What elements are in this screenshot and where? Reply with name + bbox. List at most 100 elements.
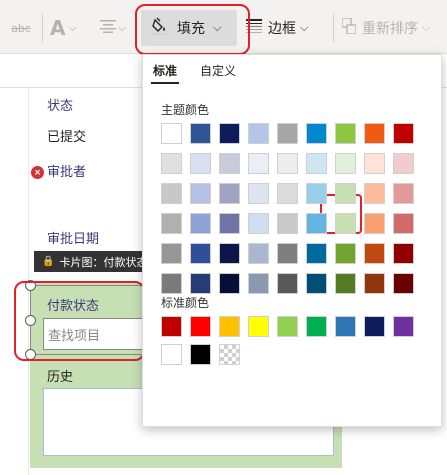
color-swatch[interactable] (364, 243, 385, 264)
color-swatch[interactable] (364, 213, 385, 234)
color-swatch[interactable] (393, 243, 414, 264)
approver-label: 审批者 (47, 165, 87, 180)
color-swatch[interactable] (248, 153, 269, 174)
error-icon: × (31, 166, 44, 179)
color-swatch[interactable] (190, 153, 211, 174)
tab-underline (151, 82, 179, 84)
color-swatch[interactable] (335, 273, 356, 294)
standard-colors-title: 标准颜色 (161, 296, 210, 310)
color-swatch[interactable] (219, 183, 240, 204)
color-swatch[interactable] (190, 183, 211, 204)
strikethrough-button[interactable]: abc (6, 10, 36, 46)
reorder-button[interactable]: 重新排序 ⌵ (341, 10, 447, 46)
align-button[interactable]: ⌵ (100, 10, 136, 46)
color-swatch[interactable] (219, 316, 240, 337)
color-swatch[interactable] (277, 316, 298, 337)
color-swatch[interactable] (190, 316, 211, 337)
color-swatch[interactable] (219, 123, 240, 144)
color-swatch[interactable] (335, 213, 356, 234)
approve-date-label: 审批日期 (47, 232, 100, 247)
color-picker-panel: 标准 自定义 主题颜色 标准颜色 (142, 54, 442, 427)
color-swatch[interactable] (190, 273, 211, 294)
color-swatch[interactable] (161, 316, 182, 337)
color-swatch[interactable] (161, 243, 182, 264)
color-swatch[interactable] (364, 316, 385, 337)
divider (333, 14, 334, 42)
color-swatch[interactable] (277, 273, 298, 294)
color-swatch[interactable] (248, 316, 269, 337)
color-swatch[interactable] (219, 213, 240, 234)
color-swatch[interactable] (335, 153, 356, 174)
chevron-down-icon: ⌵ (118, 21, 127, 34)
divider (42, 14, 43, 42)
card-tooltip: 🔒 卡片图：付款状态 (34, 251, 146, 272)
color-swatch[interactable] (277, 123, 298, 144)
color-swatch[interactable] (248, 243, 269, 264)
color-swatch[interactable] (277, 243, 298, 264)
color-swatch[interactable] (248, 183, 269, 204)
color-swatch[interactable] (161, 213, 182, 234)
color-swatch[interactable] (190, 243, 211, 264)
status-label: 状态 (47, 99, 74, 114)
color-swatch[interactable] (335, 123, 356, 144)
reorder-icon (341, 17, 357, 38)
color-swatch[interactable] (277, 153, 298, 174)
align-icon (100, 19, 116, 37)
color-swatch[interactable] (161, 273, 182, 294)
color-swatch[interactable] (190, 213, 211, 234)
color-swatch[interactable] (306, 213, 327, 234)
reorder-label: 重新排序 (362, 21, 418, 37)
color-swatch[interactable] (364, 123, 385, 144)
fill-highlight (135, 4, 250, 55)
color-swatch[interactable] (306, 153, 327, 174)
color-swatch[interactable] (161, 344, 182, 365)
strikethrough-label: abc (11, 21, 31, 35)
color-swatch[interactable] (306, 243, 327, 264)
tooltip-text: 卡片图：付款状态 (59, 255, 146, 269)
color-swatch[interactable] (335, 316, 356, 337)
font-color-icon: A (50, 16, 66, 40)
transparent-swatch[interactable] (219, 344, 240, 365)
color-swatch[interactable] (248, 273, 269, 294)
color-swatch[interactable] (248, 213, 269, 234)
color-swatch[interactable] (364, 183, 385, 204)
color-swatch[interactable] (219, 273, 240, 294)
color-swatch[interactable] (306, 316, 327, 337)
chevron-down-icon: ⌵ (68, 21, 77, 34)
color-swatch[interactable] (161, 153, 182, 174)
color-swatch[interactable] (161, 183, 182, 204)
tab-standard[interactable]: 标准 (153, 62, 177, 79)
color-swatch[interactable] (190, 123, 211, 144)
color-swatch[interactable] (393, 273, 414, 294)
color-swatch[interactable] (161, 123, 182, 144)
font-color-button[interactable]: A ⌵ (50, 10, 84, 46)
color-swatch[interactable] (190, 344, 211, 365)
color-swatch[interactable] (306, 123, 327, 144)
color-swatch[interactable] (306, 183, 327, 204)
color-swatch[interactable] (277, 213, 298, 234)
color-swatch[interactable] (364, 273, 385, 294)
color-swatch[interactable] (219, 243, 240, 264)
chevron-down-icon: ⌵ (422, 21, 431, 34)
color-swatch[interactable] (393, 153, 414, 174)
theme-colors-title: 主题颜色 (161, 103, 210, 117)
status-value: 已提交 (47, 130, 87, 145)
lock-icon: 🔒 (42, 256, 55, 267)
color-swatch[interactable] (393, 183, 414, 204)
color-swatch[interactable] (393, 123, 414, 144)
color-swatch[interactable] (248, 123, 269, 144)
color-swatch[interactable] (306, 273, 327, 294)
border-button[interactable]: 边框 ⌵ (246, 10, 326, 46)
history-label: 历史 (47, 370, 74, 385)
tab-custom[interactable]: 自定义 (200, 62, 236, 79)
card-highlight (14, 281, 145, 361)
color-swatch[interactable] (393, 316, 414, 337)
color-swatch[interactable] (219, 153, 240, 174)
color-swatch[interactable] (364, 153, 385, 174)
color-swatch[interactable] (277, 183, 298, 204)
chevron-down-icon: ⌵ (300, 21, 309, 34)
color-swatch[interactable] (335, 183, 356, 204)
color-swatch[interactable] (393, 213, 414, 234)
color-swatch[interactable] (335, 243, 356, 264)
border-label: 边框 (268, 21, 296, 37)
